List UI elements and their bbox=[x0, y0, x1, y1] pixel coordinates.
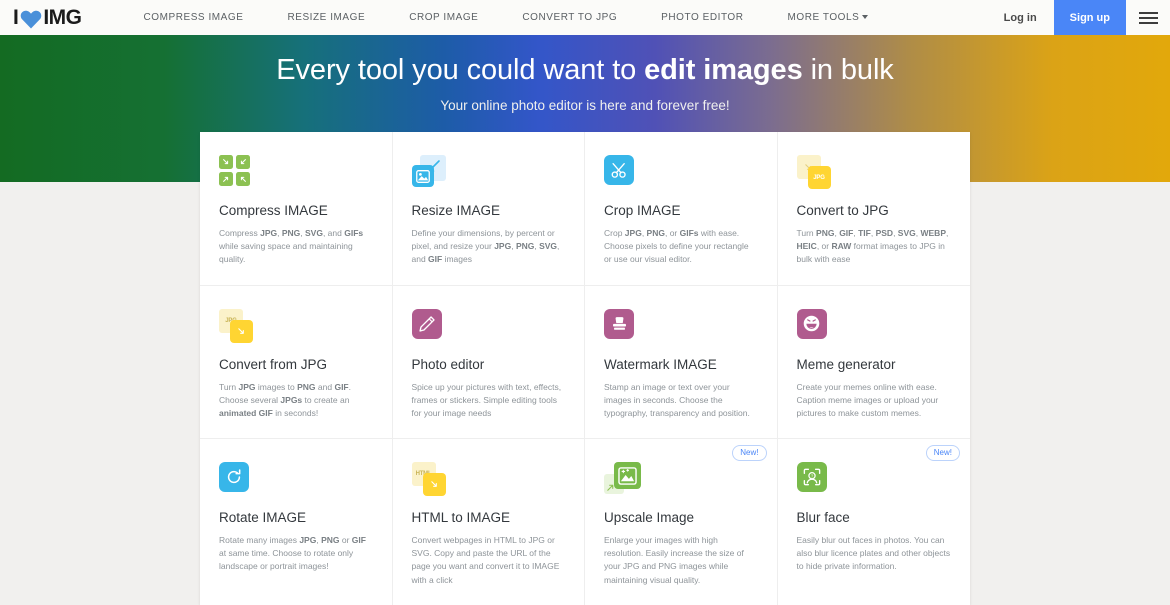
tool-card[interactable]: Crop IMAGE Crop JPG, PNG, or GIFs with ea… bbox=[585, 132, 778, 286]
tool-card[interactable]: Watermark IMAGE Stamp an image or text ov… bbox=[585, 285, 778, 440]
tool-description: Create your memes online with ease. Capt… bbox=[796, 381, 939, 418]
page-title: Every tool you could want to edit images… bbox=[0, 53, 1170, 88]
tool-title: Crop IMAGE bbox=[604, 203, 681, 218]
chevron-down-icon bbox=[862, 15, 869, 19]
html-to-image-icon: HTML bbox=[411, 462, 448, 497]
tool-description: Easily blur out faces in photos. You can… bbox=[796, 535, 951, 572]
tool-card[interactable]: New! ? Blur face Easily blur out faces in… bbox=[778, 439, 971, 605]
tool-icon-container bbox=[411, 155, 566, 189]
tool-card[interactable]: New! Upscale Image Enlarge your images wi… bbox=[585, 439, 778, 605]
convert-to-jpg-icon: JPG bbox=[796, 155, 833, 189]
tool-description: Enlarge your images with high resolution… bbox=[604, 535, 744, 585]
tool-title: Blur face bbox=[796, 510, 850, 526]
page-subtitle: Your online photo editor is here and for… bbox=[440, 97, 730, 113]
tool-description: Turn JPG images to PNG and GIF. Choose s… bbox=[219, 381, 351, 418]
nav-label: COMPRESS IMAGE bbox=[143, 12, 244, 23]
tool-title: Convert to JPG bbox=[796, 203, 889, 218]
title-part-1: Every tool you could want to bbox=[276, 54, 645, 86]
tool-title: Compress IMAGE bbox=[219, 203, 328, 218]
tool-card[interactable]: HTML HTML to IMAGE Convert webpages in HT… bbox=[393, 439, 585, 605]
nav-label: RESIZE IMAGE bbox=[287, 12, 366, 23]
tool-title: Resize IMAGE bbox=[411, 203, 501, 218]
tool-icon-container bbox=[796, 308, 952, 343]
resize-icon bbox=[411, 155, 448, 189]
tool-icon-container bbox=[604, 308, 758, 343]
tool-card[interactable]: Rotate IMAGE Rotate many images JPG, PNG … bbox=[200, 439, 393, 605]
tool-icon-container bbox=[604, 462, 758, 496]
tool-card[interactable]: Meme generator Create your memes online w… bbox=[777, 286, 970, 440]
svg-text:?: ? bbox=[810, 473, 813, 478]
tool-title: Meme generator bbox=[796, 356, 896, 372]
rotate-icon bbox=[219, 462, 249, 493]
laughing-face-icon bbox=[796, 308, 827, 339]
tool-description: Convert webpages in HTML to JPG or SVG. … bbox=[411, 535, 560, 585]
blur-face-icon: ? bbox=[796, 462, 827, 493]
nav-label: CONVERT TO JPG bbox=[522, 12, 618, 23]
tool-icon-container: JPG bbox=[219, 308, 373, 343]
signup-button[interactable]: Sign up bbox=[1053, 0, 1126, 35]
site-header: I IMG COMPRESS IMAGE RESIZE IMAGE CROP I… bbox=[0, 0, 1170, 35]
nav-photo-editor[interactable]: PHOTO EDITOR bbox=[639, 12, 765, 23]
nav-label: MORE TOOLS bbox=[787, 12, 860, 23]
logo[interactable]: I IMG bbox=[13, 6, 82, 30]
login-button[interactable]: Log in bbox=[987, 0, 1054, 35]
logo-text-right: IMG bbox=[43, 5, 82, 29]
nav-resize-image[interactable]: RESIZE IMAGE bbox=[265, 12, 387, 23]
title-part-3: in bulk bbox=[802, 54, 894, 86]
tool-card[interactable]: JPG Convert to JPG Turn PNG, GIF, TIF, PS… bbox=[777, 132, 970, 286]
tool-card[interactable]: Resize IMAGE Define your dimensions, by p… bbox=[392, 132, 585, 286]
tool-description: Define your dimensions, by percent or pi… bbox=[411, 228, 560, 265]
status-badge: New! bbox=[925, 445, 960, 462]
tool-title: HTML to IMAGE bbox=[411, 510, 511, 526]
convert-from-jpg-icon: JPG bbox=[219, 308, 255, 343]
scissors-icon bbox=[604, 155, 634, 185]
nav-crop-image[interactable]: CROP IMAGE bbox=[387, 12, 500, 23]
nav-convert-to-jpg[interactable]: CONVERT TO JPG bbox=[500, 12, 639, 23]
tools-grid: Compress IMAGE Compress JPG, PNG, SVG, an… bbox=[200, 132, 970, 605]
hamburger-menu-icon[interactable] bbox=[1126, 0, 1170, 35]
tool-icon-container bbox=[219, 462, 373, 496]
tools-panel-wrapper: Compress IMAGE Compress JPG, PNG, SVG, an… bbox=[0, 132, 1170, 605]
nav-label: PHOTO EDITOR bbox=[661, 12, 744, 23]
main-navigation: COMPRESS IMAGE RESIZE IMAGE CROP IMAGE C… bbox=[122, 12, 891, 23]
stamp-icon bbox=[604, 308, 634, 339]
tool-title: Watermark IMAGE bbox=[604, 356, 717, 372]
tool-title: Convert from JPG bbox=[219, 356, 328, 372]
tool-icon-container: HTML bbox=[411, 462, 566, 497]
nav-compress-image[interactable]: COMPRESS IMAGE bbox=[122, 12, 266, 23]
nav-label: CROP IMAGE bbox=[409, 12, 479, 23]
nav-more-tools[interactable]: MORE TOOLS bbox=[766, 12, 891, 23]
tool-card[interactable]: Photo editor Spice up your pictures with … bbox=[392, 285, 585, 440]
header-actions: Log in Sign up bbox=[987, 0, 1170, 35]
tool-title: Upscale Image bbox=[604, 510, 695, 526]
tool-description: Rotate many images JPG, PNG or GIF at sa… bbox=[219, 535, 366, 572]
tool-description: Spice up your pictures with text, effect… bbox=[411, 381, 562, 418]
tool-title: Photo editor bbox=[411, 356, 485, 372]
tool-title: Rotate IMAGE bbox=[219, 510, 307, 526]
tool-icon-container: JPG bbox=[796, 155, 952, 189]
tool-description: Compress JPG, PNG, SVG, and GIFs while s… bbox=[219, 228, 364, 265]
logo-text-left: I bbox=[13, 5, 19, 29]
tool-card[interactable]: JPG Convert from JPG Turn JPG images to P… bbox=[200, 285, 393, 440]
tool-description: Turn PNG, GIF, TIF, PSD, SVG, WEBP, HEIC… bbox=[796, 228, 949, 265]
title-part-2: edit images bbox=[644, 54, 803, 86]
upscale-icon bbox=[604, 462, 642, 496]
tool-icon-container bbox=[411, 308, 566, 343]
tool-icon-container bbox=[604, 155, 758, 189]
tool-icon-container: ? bbox=[796, 462, 952, 496]
tool-description: Crop JPG, PNG, or GIFs with ease. Choose… bbox=[604, 228, 749, 265]
tool-description: Stamp an image or text over your images … bbox=[604, 381, 750, 418]
tool-icon-container bbox=[219, 155, 373, 189]
heart-icon bbox=[20, 9, 42, 29]
tool-card[interactable]: Compress IMAGE Compress JPG, PNG, SVG, an… bbox=[200, 132, 393, 286]
pencil-icon bbox=[411, 308, 442, 339]
status-badge: New! bbox=[732, 445, 767, 462]
compress-icon bbox=[219, 155, 373, 186]
